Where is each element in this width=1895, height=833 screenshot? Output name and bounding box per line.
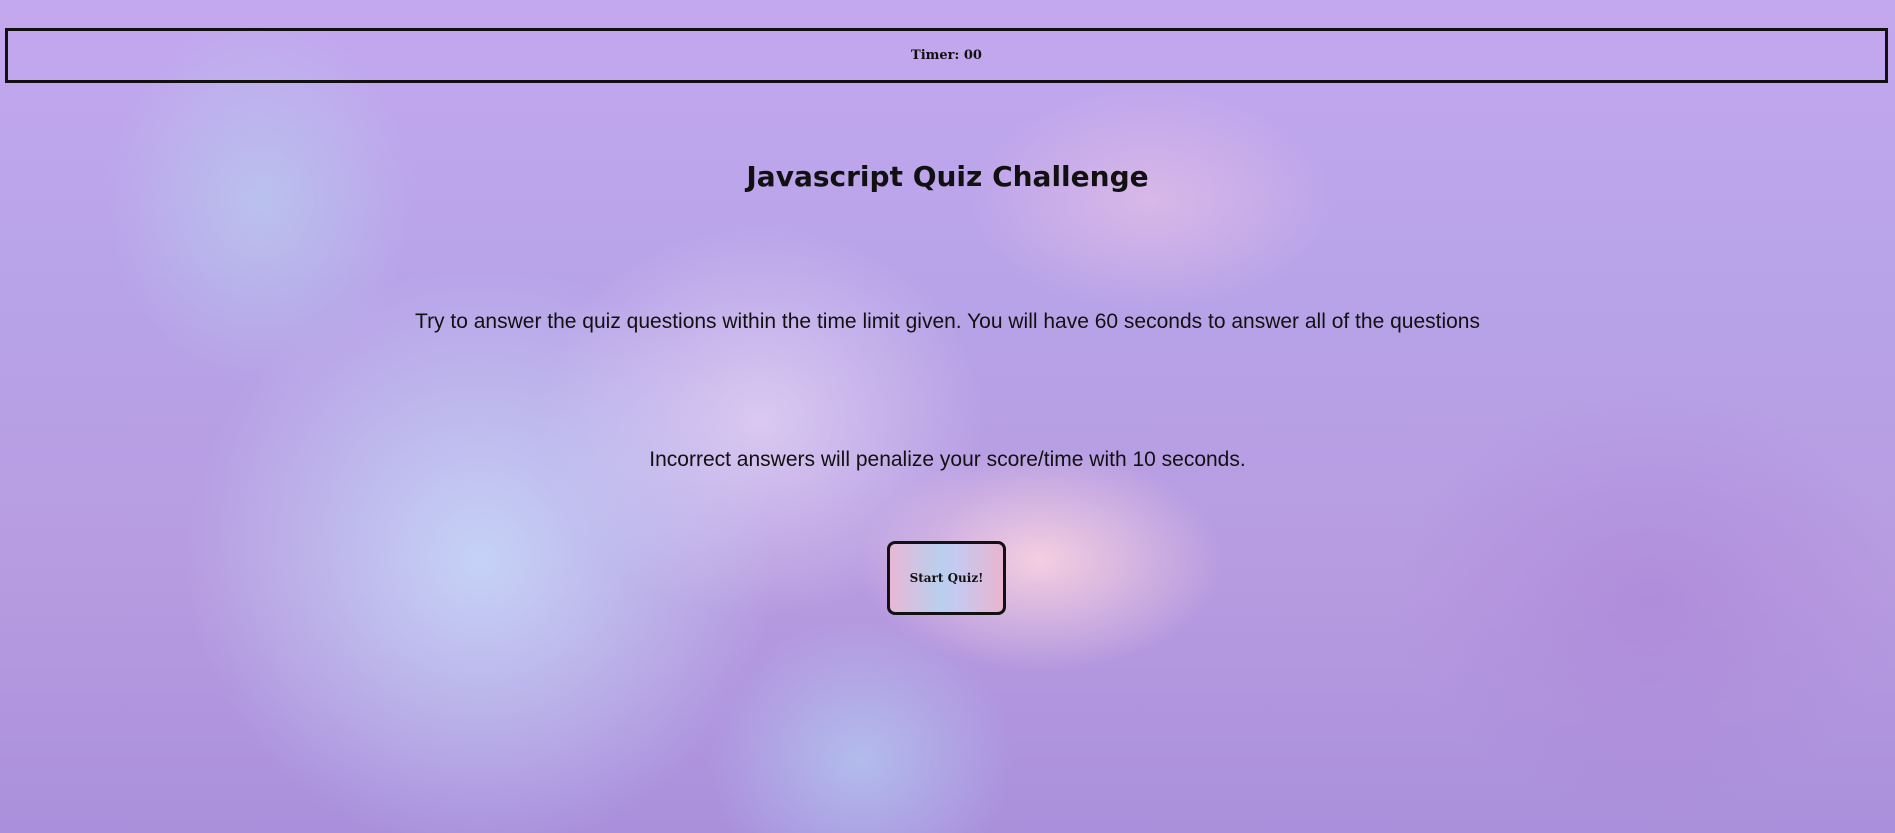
timer-bar: Timer: 00	[5, 28, 1888, 83]
page-title: Javascript Quiz Challenge	[746, 160, 1149, 193]
start-quiz-button[interactable]: Start Quiz!	[887, 541, 1006, 615]
time-limit-instructions: Try to answer the quiz questions within …	[415, 310, 1480, 333]
penalty-instructions: Incorrect answers will penalize your sco…	[649, 448, 1246, 471]
timer-display: Timer: 00	[911, 48, 982, 63]
